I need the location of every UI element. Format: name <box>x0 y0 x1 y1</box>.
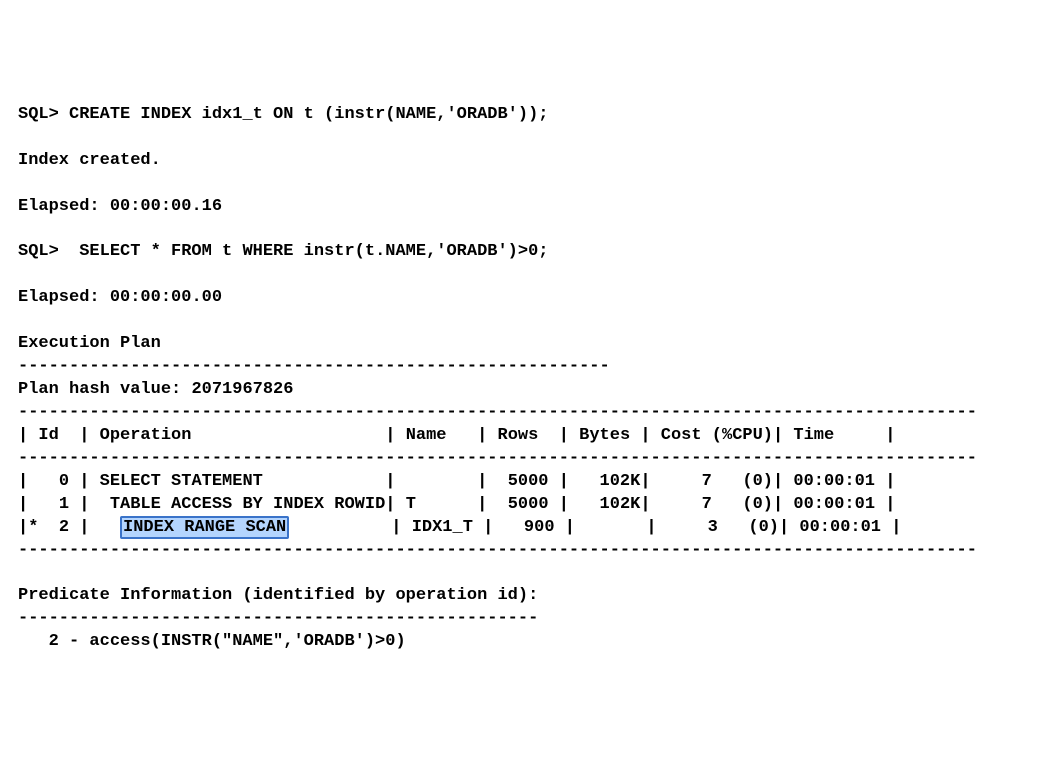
predicate-dash: ----------------------------------------… <box>18 609 538 628</box>
elapsed2: Elapsed: 00:00:00.00 <box>18 288 222 307</box>
sql-prompt: SQL> <box>18 242 59 261</box>
predicate-line: 2 - access(INSTR("NAME",'ORADB')>0) <box>18 632 406 651</box>
sql-prompt: SQL> <box>18 105 59 124</box>
dash-long-3: ----------------------------------------… <box>18 541 977 560</box>
plan-row-2: |* 2 | INDEX RANGE SCAN | IDX1_T | 900 |… <box>18 516 901 539</box>
plan-row-0: | 0 | SELECT STATEMENT | | 5000 | 102K| … <box>18 472 895 491</box>
index-created: Index created. <box>18 151 161 170</box>
dash-long-2: ----------------------------------------… <box>18 449 977 468</box>
dash-short: ----------------------------------------… <box>18 357 610 376</box>
plan-hash: Plan hash value: 2071967826 <box>18 380 293 399</box>
index-range-scan-highlight: INDEX RANGE SCAN <box>120 516 289 539</box>
dash-long-1: ----------------------------------------… <box>18 403 977 422</box>
execution-plan-label: Execution Plan <box>18 334 161 353</box>
select-stmt: SELECT * FROM t WHERE instr(t.NAME,'ORAD… <box>69 242 548 261</box>
create-index-stmt: CREATE INDEX idx1_t ON t (instr(NAME,'OR… <box>69 105 548 124</box>
predicate-label: Predicate Information (identified by ope… <box>18 586 538 605</box>
sql-create-line: SQL> CREATE INDEX idx1_t ON t (instr(NAM… <box>18 105 549 124</box>
elapsed1: Elapsed: 00:00:00.16 <box>18 197 222 216</box>
sql-select-line: SQL> SELECT * FROM t WHERE instr(t.NAME,… <box>18 242 549 261</box>
plan-row-1: | 1 | TABLE ACCESS BY INDEX ROWID| T | 5… <box>18 495 895 514</box>
plan-header: | Id | Operation | Name | Rows | Bytes |… <box>18 426 895 445</box>
